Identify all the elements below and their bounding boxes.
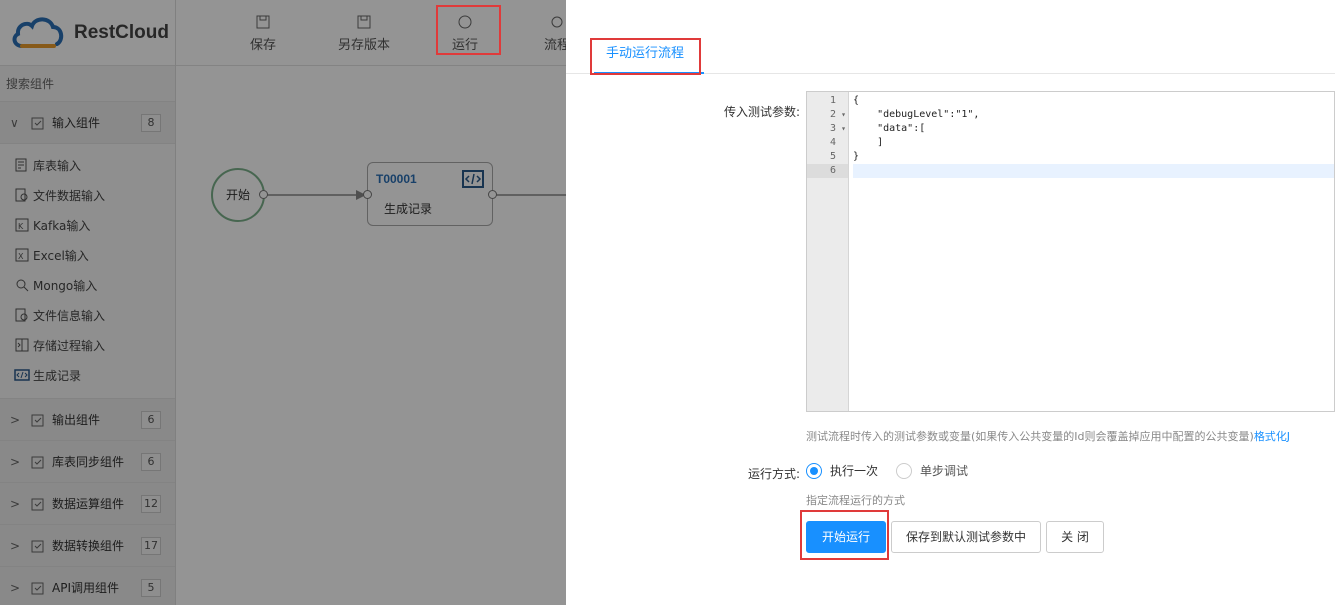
- line-number: 1: [829, 95, 836, 106]
- drawer-tabbar: 手动运行流程: [566, 0, 1335, 74]
- code-line: }: [853, 151, 860, 162]
- params-hint: 测试流程时传入的测试参数或变量(如果传入公共变量的Id则会覆盖掉应用中配置的公共…: [806, 428, 1290, 444]
- params-label: 传入测试参数:: [723, 105, 800, 119]
- editor-code[interactable]: { "debugLevel":"1", "data":[ ] }: [853, 94, 1334, 178]
- save-default-params-button[interactable]: 保存到默认测试参数中: [891, 521, 1041, 553]
- params-hint-text: 测试流程时传入的测试参数或变量(如果传入公共变量的Id则会覆盖掉应用中配置的公共…: [806, 430, 1254, 443]
- step-debug-label[interactable]: 单步调试: [920, 462, 968, 479]
- run-once-radio[interactable]: [806, 462, 822, 479]
- format-json-link[interactable]: 格式化J: [1254, 430, 1290, 443]
- code-line: "data":[: [853, 123, 926, 134]
- manual-run-drawer: 手动运行流程 传入测试参数: 1 2 3 4 5 6 { "debugLevel…: [566, 0, 1335, 605]
- line-number: 6: [807, 164, 848, 178]
- code-line: {: [853, 95, 860, 106]
- code-line: "debugLevel":"1",: [853, 109, 980, 120]
- line-number: 4: [829, 137, 836, 148]
- json-params-editor[interactable]: 1 2 3 4 5 6 { "debugLevel":"1", "data":[…: [806, 91, 1335, 412]
- step-debug-radio[interactable]: [896, 462, 913, 479]
- close-button[interactable]: 关 闭: [1046, 521, 1104, 553]
- line-number: 2: [807, 108, 848, 122]
- line-number: 3: [807, 122, 848, 136]
- modal-backdrop[interactable]: [0, 0, 566, 605]
- tab-manual-run[interactable]: 手动运行流程: [594, 40, 704, 74]
- code-line: ]: [853, 137, 884, 148]
- run-mode-radio-group: 执行一次 单步调试: [806, 462, 986, 479]
- editor-gutter: 1 2 3 4 5 6: [807, 92, 849, 411]
- start-run-button[interactable]: 开始运行: [806, 521, 886, 553]
- run-mode-label: 运行方式:: [747, 467, 800, 481]
- run-mode-hint: 指定流程运行的方式: [806, 494, 905, 507]
- line-number: 5: [829, 151, 836, 162]
- run-once-label[interactable]: 执行一次: [830, 462, 878, 479]
- code-line-cursor: [853, 164, 1334, 178]
